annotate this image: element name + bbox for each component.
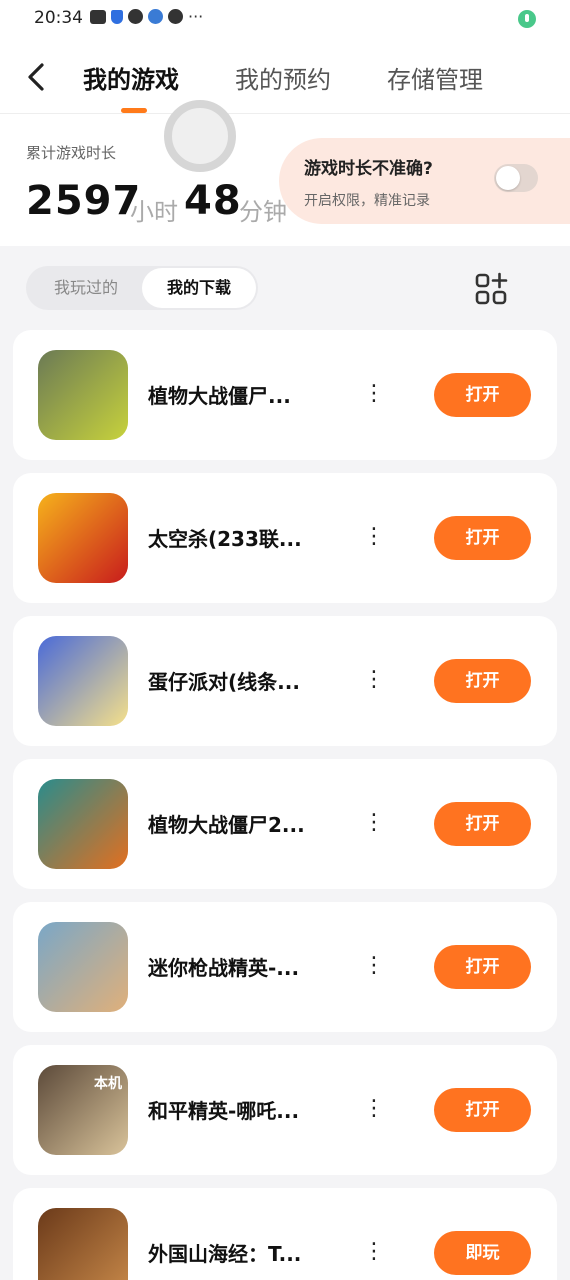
back-arrow-icon[interactable] [24, 62, 50, 92]
tab-storage-management[interactable]: 存储管理 [387, 60, 483, 95]
more-options-icon[interactable]: ⋮ [363, 1089, 385, 1129]
game-card[interactable]: 植物大战僵尸... ⋮ 打开 [13, 330, 557, 460]
more-options-icon[interactable]: ⋮ [363, 946, 385, 986]
game-name: 外国山海经：T... [148, 1242, 302, 1266]
game-card[interactable]: 本机 和平精英-哪吒... ⋮ 打开 [13, 1045, 557, 1175]
mini-gun-icon [38, 922, 128, 1012]
game-name: 和平精英-哪吒... [148, 1099, 300, 1123]
open-game-button[interactable]: 打开 [434, 373, 531, 417]
pvz-icon [38, 350, 128, 440]
game-name: 植物大战僵尸... [148, 384, 291, 408]
game-card[interactable]: 太空杀(233联... ⋮ 打开 [13, 473, 557, 603]
eggy-party-icon [38, 636, 128, 726]
game-card[interactable]: 迷你枪战精英-... ⋮ 打开 [13, 902, 557, 1032]
more-options-icon[interactable]: ⋮ [363, 660, 385, 700]
play-now-button[interactable]: 即玩 [434, 1231, 531, 1275]
accuracy-permission-banner[interactable]: 游戏时长不准确? 开启权限，精准记录 [279, 138, 570, 224]
top-nav: 我的游戏 我的预约 存储管理 [0, 38, 570, 114]
game-card[interactable]: 植物大战僵尸2... ⋮ 打开 [13, 759, 557, 889]
open-game-button[interactable]: 打开 [434, 1088, 531, 1132]
game-name: 植物大战僵尸2... [148, 813, 305, 837]
add-grid-icon[interactable] [474, 272, 508, 306]
browser-icon [148, 9, 163, 24]
game-name: 太空杀(233联... [148, 527, 302, 551]
space-kill-icon [38, 493, 128, 583]
open-game-button[interactable]: 打开 [434, 802, 531, 846]
play-time-minutes: 48 [184, 178, 242, 224]
shield-icon [111, 9, 123, 24]
games-filter-segment: 我玩过的 我的下载 [26, 266, 258, 310]
tab-my-games[interactable]: 我的游戏 [83, 60, 179, 95]
loading-spinner [164, 100, 236, 172]
toggle-knob [496, 166, 520, 190]
message-icon [168, 9, 183, 24]
microphone-icon [518, 10, 536, 28]
play-time-label: 累计游戏时长 [26, 144, 117, 162]
peace-elite-icon: 本机 [38, 1065, 128, 1155]
game-card[interactable]: 外国山海经：T... ⋮ 即玩 [13, 1188, 557, 1280]
segment-played[interactable]: 我玩过的 [34, 266, 138, 310]
video-icon [90, 9, 106, 24]
open-game-button[interactable]: 打开 [434, 516, 531, 560]
status-icons: ··· [90, 6, 204, 26]
active-tab-indicator [121, 108, 147, 113]
segment-downloads[interactable]: 我的下载 [142, 268, 256, 308]
open-game-button[interactable]: 打开 [434, 945, 531, 989]
status-time: 20:34 [34, 8, 83, 28]
permission-toggle[interactable] [494, 164, 538, 192]
wechat-icon [128, 9, 143, 24]
game-name: 迷你枪战精英-... [148, 956, 300, 980]
more-options-icon[interactable]: ⋮ [363, 803, 385, 843]
more-options-icon[interactable]: ⋮ [363, 517, 385, 557]
pvz2-icon [38, 779, 128, 869]
game-card[interactable]: 蛋仔派对(线条... ⋮ 打开 [13, 616, 557, 746]
tab-my-reservations[interactable]: 我的预约 [235, 60, 331, 95]
foreign-myth-icon [38, 1208, 128, 1280]
banner-title: 游戏时长不准确? [304, 159, 433, 179]
hours-unit: 小时 [130, 198, 178, 226]
local-badge: 本机 [94, 1076, 122, 1092]
banner-subtitle: 开启权限，精准记录 [304, 193, 430, 209]
more-notifications-icon: ··· [188, 6, 204, 26]
more-options-icon[interactable]: ⋮ [363, 1232, 385, 1272]
more-options-icon[interactable]: ⋮ [363, 374, 385, 414]
game-name: 蛋仔派对(线条... [148, 670, 300, 694]
play-time-hours: 2597 [26, 178, 142, 224]
open-game-button[interactable]: 打开 [434, 659, 531, 703]
status-bar: 20:34 ··· [0, 0, 570, 38]
minutes-unit: 分钟 [239, 198, 287, 226]
